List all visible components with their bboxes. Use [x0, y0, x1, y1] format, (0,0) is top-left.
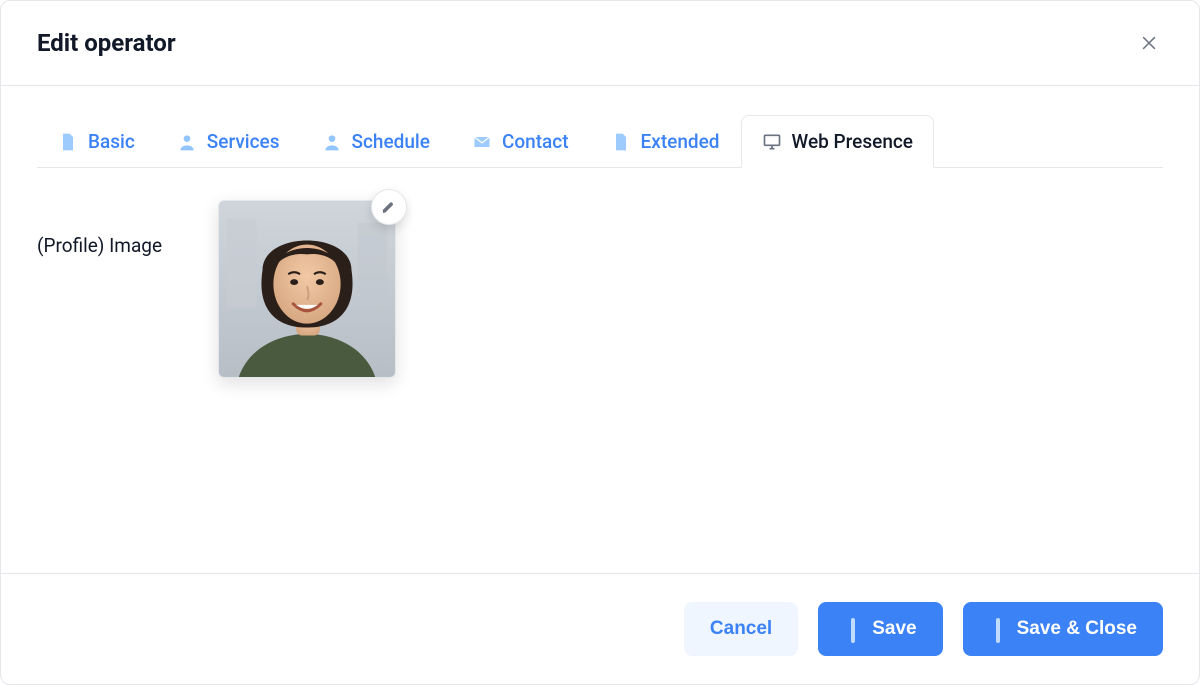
- tab-label: Contact: [502, 130, 569, 153]
- tab-panel-web-presence: (Profile) Image: [1, 168, 1199, 378]
- tab-label: Schedule: [352, 130, 430, 153]
- tab-services[interactable]: Services: [156, 115, 301, 168]
- person-icon: [177, 132, 197, 152]
- tabs: Basic Services Schedule Contact Extended…: [37, 114, 1163, 168]
- person-icon: [322, 132, 342, 152]
- avatar-image: [219, 201, 395, 377]
- save-icon: [844, 620, 862, 638]
- tab-web-presence[interactable]: Web Presence: [741, 115, 935, 168]
- button-label: Save: [872, 618, 916, 640]
- file-icon: [611, 132, 631, 152]
- mail-icon: [472, 132, 492, 152]
- modal-footer: Cancel Save Save & Close: [1, 573, 1199, 684]
- tab-label: Basic: [88, 130, 135, 153]
- cancel-button[interactable]: Cancel: [684, 602, 798, 656]
- profile-image[interactable]: [218, 200, 396, 378]
- tab-contact[interactable]: Contact: [451, 115, 590, 168]
- file-icon: [58, 132, 78, 152]
- close-icon: [1139, 33, 1159, 53]
- save-and-close-button[interactable]: Save & Close: [963, 602, 1163, 656]
- pencil-icon: [381, 199, 397, 215]
- monitor-icon: [762, 132, 782, 152]
- profile-image-label: (Profile) Image: [37, 234, 162, 257]
- tab-label: Extended: [641, 130, 720, 153]
- modal-title: Edit operator: [37, 29, 176, 57]
- close-button[interactable]: [1135, 29, 1163, 57]
- modal-header: Edit operator: [1, 1, 1199, 86]
- tab-basic[interactable]: Basic: [37, 115, 156, 168]
- save-icon: [989, 620, 1007, 638]
- tab-extended[interactable]: Extended: [590, 115, 741, 168]
- save-button[interactable]: Save: [818, 602, 942, 656]
- button-label: Save & Close: [1017, 618, 1137, 640]
- tab-label: Services: [207, 130, 280, 153]
- tabs-container: Basic Services Schedule Contact Extended…: [1, 114, 1199, 168]
- button-label: Cancel: [710, 618, 772, 640]
- tab-label: Web Presence: [792, 130, 914, 153]
- tab-schedule[interactable]: Schedule: [301, 115, 451, 168]
- edit-image-button[interactable]: [371, 189, 407, 225]
